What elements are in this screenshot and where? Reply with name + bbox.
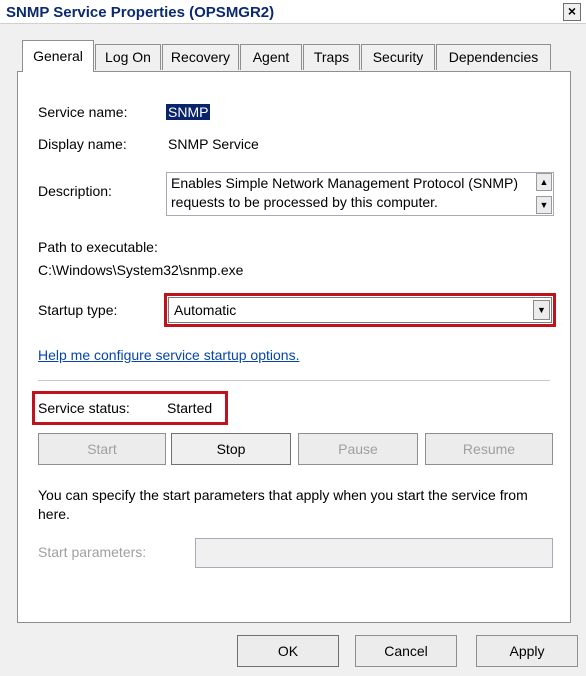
pause-button[interactable]: Pause bbox=[298, 433, 418, 465]
start-params-label: Start parameters: bbox=[38, 544, 147, 560]
service-status-value: Started bbox=[167, 400, 213, 416]
start-params-input[interactable] bbox=[195, 538, 553, 568]
description-text: Enables Simple Network Management Protoc… bbox=[171, 175, 519, 210]
cancel-button[interactable]: Cancel bbox=[355, 635, 457, 667]
title-bar: SNMP Service Properties (OPSMGR2) × bbox=[0, 0, 586, 24]
stop-button[interactable]: Stop bbox=[171, 433, 291, 465]
tab-agent[interactable]: Agent bbox=[240, 44, 302, 70]
description-scrollbar[interactable]: ▲ ▼ bbox=[536, 173, 553, 215]
tab-traps[interactable]: Traps bbox=[303, 44, 360, 70]
start-params-note: You can specify the start parameters tha… bbox=[38, 487, 528, 522]
startup-type-dropdown[interactable]: Automatic ▼ bbox=[168, 297, 552, 323]
service-name-value[interactable]: SNMP bbox=[166, 104, 211, 120]
help-link[interactable]: Help me configure service startup option… bbox=[38, 347, 299, 363]
path-label: Path to executable: bbox=[38, 239, 158, 255]
scroll-up-icon[interactable]: ▲ bbox=[536, 173, 552, 191]
scroll-down-icon[interactable]: ▼ bbox=[536, 196, 552, 214]
close-button[interactable]: × bbox=[563, 3, 581, 21]
ok-button[interactable]: OK bbox=[237, 635, 339, 667]
window-title: SNMP Service Properties (OPSMGR2) bbox=[6, 4, 275, 21]
tab-general[interactable]: General bbox=[22, 40, 94, 72]
display-name-value: SNMP Service bbox=[168, 136, 259, 152]
separator bbox=[38, 380, 550, 382]
startup-type-value: Automatic bbox=[174, 302, 237, 318]
display-name-label: Display name: bbox=[38, 136, 127, 152]
start-button[interactable]: Start bbox=[38, 433, 166, 465]
service-status-label: Service status: bbox=[38, 400, 130, 416]
tab-log-on[interactable]: Log On bbox=[95, 44, 161, 70]
chevron-down-icon[interactable]: ▼ bbox=[533, 300, 550, 320]
description-textbox[interactable]: Enables Simple Network Management Protoc… bbox=[166, 172, 554, 216]
startup-type-label: Startup type: bbox=[38, 302, 118, 318]
description-label: Description: bbox=[38, 183, 112, 199]
tab-dependencies[interactable]: Dependencies bbox=[436, 44, 551, 70]
resume-button[interactable]: Resume bbox=[425, 433, 553, 465]
path-value: C:\Windows\System32\snmp.exe bbox=[38, 262, 244, 278]
service-name-label: Service name: bbox=[38, 104, 128, 120]
tab-security[interactable]: Security bbox=[361, 44, 435, 70]
tab-recovery[interactable]: Recovery bbox=[162, 44, 239, 70]
apply-button[interactable]: Apply bbox=[476, 635, 578, 667]
